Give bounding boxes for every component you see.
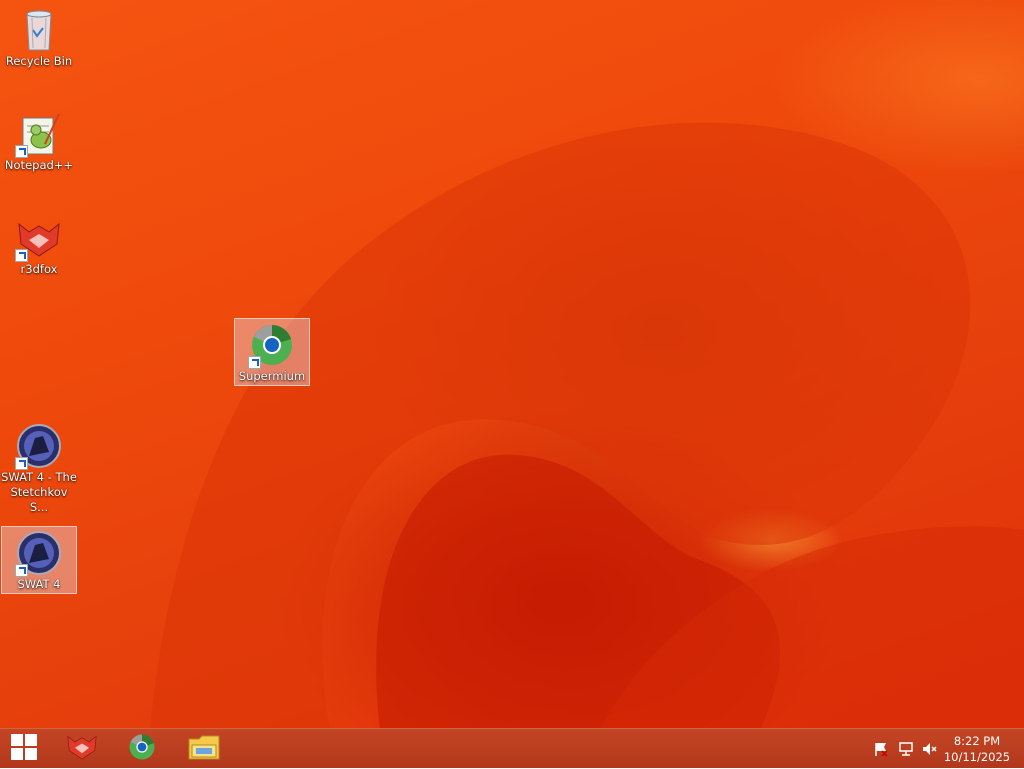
- folder-icon: [188, 733, 220, 765]
- desktop-icon-r3dfox[interactable]: r3dfox: [1, 212, 77, 280]
- supermium-icon: [127, 732, 157, 766]
- volume-muted-icon[interactable]: [920, 741, 938, 757]
- desktop-icon-label: SWAT 4 - The Stetchkov S...: [1, 470, 77, 515]
- desktop[interactable]: Recycle Bin Notepad++ r3dfox Supermium S…: [0, 0, 1024, 728]
- taskbar-pinned-r3dfox[interactable]: [52, 729, 112, 769]
- action-center-flag-icon[interactable]: [872, 741, 890, 757]
- shortcut-arrow-icon: [248, 356, 261, 369]
- desktop-icon-label: r3dfox: [20, 262, 58, 276]
- r3dfox-icon: [15, 214, 63, 262]
- swat4-icon: [15, 422, 63, 470]
- shortcut-arrow-icon: [15, 249, 28, 262]
- start-button[interactable]: [0, 729, 48, 769]
- recycle-bin-icon: [15, 6, 63, 54]
- shortcut-arrow-icon: [15, 564, 28, 577]
- desktop-icon-label: Notepad++: [4, 158, 74, 172]
- windows-logo-icon: [11, 734, 37, 764]
- supermium-icon: [248, 321, 296, 369]
- desktop-icon-notepad-plus-plus[interactable]: Notepad++: [1, 108, 77, 176]
- desktop-icon-supermium[interactable]: Supermium: [234, 318, 310, 386]
- desktop-icon-recycle-bin[interactable]: Recycle Bin: [1, 4, 77, 72]
- desktop-icon-label: Recycle Bin: [5, 54, 73, 68]
- shortcut-arrow-icon: [15, 145, 28, 158]
- clock-time: 8:22 PM: [953, 734, 1001, 748]
- notepad-plus-plus-icon: [15, 110, 63, 158]
- label-line-2: Stetchkov S...: [10, 485, 68, 514]
- swat4-icon: [15, 529, 63, 577]
- taskbar: 8:22 PM 10/11/2025: [0, 728, 1024, 768]
- desktop-icon-swat4[interactable]: SWAT 4: [1, 526, 77, 594]
- network-icon[interactable]: [897, 741, 915, 757]
- desktop-icon-label: Supermium: [238, 369, 306, 383]
- desktop-icon-swat4-stetchkov[interactable]: SWAT 4 - The Stetchkov S...: [1, 420, 77, 514]
- r3dfox-icon: [65, 732, 99, 766]
- clock-date: 10/11/2025: [943, 750, 1011, 764]
- wallpaper-swirl: [150, 122, 1024, 728]
- taskbar-pinned-file-explorer[interactable]: [174, 729, 234, 769]
- shortcut-arrow-icon: [15, 457, 28, 470]
- desktop-icon-label: SWAT 4: [17, 577, 61, 591]
- label-line-1: SWAT 4 - The: [1, 470, 77, 484]
- taskbar-pinned-supermium[interactable]: [112, 729, 172, 769]
- taskbar-clock[interactable]: 8:22 PM 10/11/2025: [942, 733, 1012, 765]
